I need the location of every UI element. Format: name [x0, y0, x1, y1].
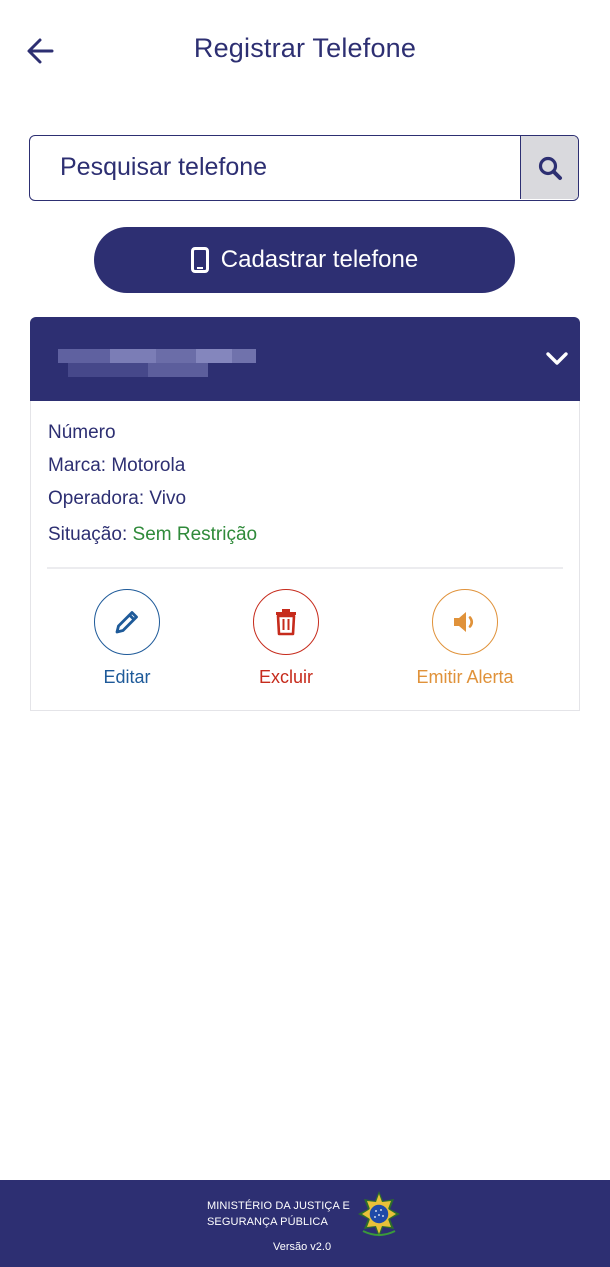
ministry-line-1: MINISTÉRIO DA JUSTIÇA E	[207, 1200, 350, 1212]
add-phone-label: Cadastrar telefone	[220, 246, 419, 273]
edit-circle	[94, 589, 160, 655]
delete-button[interactable]: Excluir	[196, 589, 376, 688]
speaker-icon	[454, 612, 474, 632]
status-value: Sem Restrição	[132, 524, 258, 545]
app-header: Registrar Telefone	[0, 0, 610, 100]
add-phone-button[interactable]: Cadastrar telefone	[94, 227, 515, 293]
brazil-coat-of-arms-icon	[358, 1191, 400, 1237]
edit-button[interactable]: Editar	[37, 589, 217, 688]
trash-icon	[276, 609, 296, 636]
alert-label: Emitir Alerta	[416, 667, 514, 687]
status-label: Situação:	[48, 524, 128, 545]
chevron-down-icon	[546, 352, 568, 365]
ministry-line-2: SEGURANÇA PÚBLICA	[207, 1216, 328, 1228]
ministry-name: MINISTÉRIO DA JUSTIÇA E SEGURANÇA PÚBLIC…	[207, 1198, 350, 1230]
page-title: Registrar Telefone	[193, 33, 417, 63]
brand-row: Marca: Motorola	[48, 455, 185, 477]
brand-value: Motorola	[111, 455, 186, 476]
card-divider	[47, 567, 563, 569]
brand-label: Marca:	[48, 455, 107, 476]
delete-circle	[253, 589, 319, 655]
delete-label: Excluir	[258, 667, 313, 687]
search-icon	[538, 156, 562, 180]
search-button[interactable]	[520, 136, 578, 199]
alert-circle	[432, 589, 498, 655]
carrier-value: Vivo	[149, 488, 187, 509]
phone-card: Número Marca: Motorola Operadora: Vivo S…	[30, 317, 580, 711]
number-label: Número	[48, 422, 116, 443]
version-label: Versão v2.0	[273, 1241, 332, 1253]
footer: MINISTÉRIO DA JUSTIÇA E SEGURANÇA PÚBLIC…	[0, 1180, 610, 1267]
phone-card-header[interactable]	[30, 317, 580, 401]
search-bar	[29, 135, 579, 201]
carrier-row: Operadora: Vivo	[48, 488, 186, 510]
number-row: Número	[48, 422, 116, 444]
alert-button[interactable]: Emitir Alerta	[375, 589, 555, 688]
carrier-label: Operadora:	[48, 488, 145, 509]
pencil-icon	[115, 611, 138, 634]
mobile-phone-icon	[190, 247, 209, 273]
redacted-title-blur	[50, 347, 260, 379]
edit-label: Editar	[103, 667, 151, 687]
search-input[interactable]	[30, 136, 522, 199]
status-row: Situação: Sem Restrição	[48, 524, 257, 546]
